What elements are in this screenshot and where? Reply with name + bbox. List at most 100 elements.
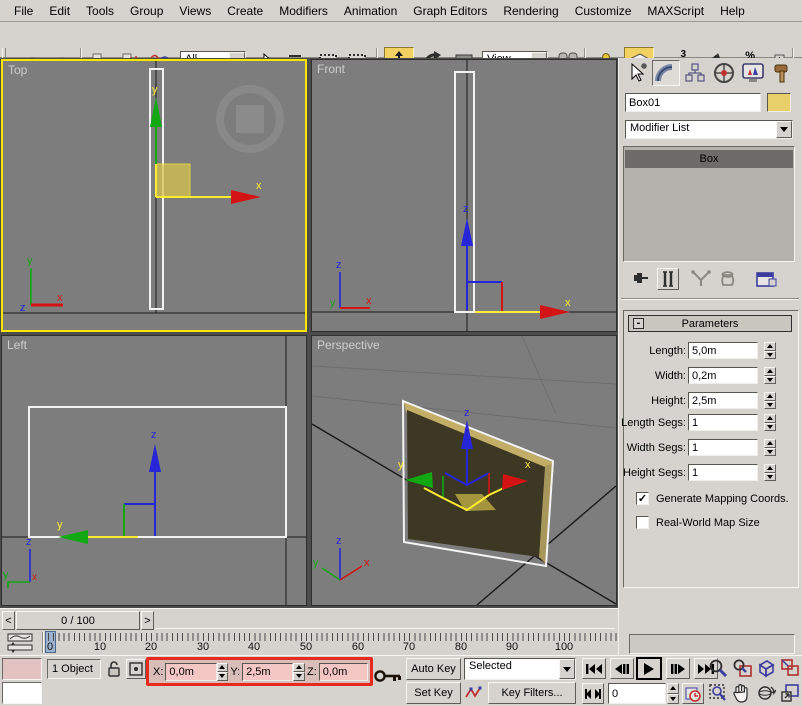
menu-help[interactable]: Help	[712, 2, 753, 20]
object-name-field[interactable]: Box01	[625, 93, 761, 112]
param-width-segs-spinner[interactable]	[764, 439, 776, 456]
selection-set-dropdown[interactable]	[559, 659, 575, 679]
tab-display[interactable]	[739, 60, 767, 86]
viewport-front[interactable]: Front z x z x y	[311, 59, 617, 332]
param-width-spinner[interactable]	[764, 367, 776, 384]
param-width-segs-field[interactable]: 1	[688, 439, 758, 456]
prev-frame-icon	[615, 664, 629, 674]
menu-maxscript[interactable]: MAXScript	[639, 2, 712, 20]
menu-modifiers[interactable]: Modifiers	[271, 2, 336, 20]
param-length-segs-spinner[interactable]	[764, 414, 776, 431]
menu-customize[interactable]: Customize	[567, 2, 640, 20]
param-length-field[interactable]: 5,0m	[688, 342, 758, 359]
menu-group[interactable]: Group	[122, 2, 171, 20]
previous-frame-button[interactable]	[610, 658, 634, 679]
menu-tools[interactable]: Tools	[78, 2, 122, 20]
auto-key-button[interactable]: Auto Key	[406, 658, 461, 680]
menu-edit[interactable]: Edit	[41, 2, 78, 20]
time-slider-row: < 0 / 100 >	[0, 608, 618, 631]
new-key-mode-toggle[interactable]	[464, 684, 482, 705]
set-key-button[interactable]: Set Key	[406, 682, 461, 704]
param-length-segs-field[interactable]: 1	[688, 414, 758, 431]
param-length-spinner[interactable]	[764, 342, 776, 359]
frame-spinner[interactable]	[667, 683, 679, 704]
x-spinner[interactable]	[217, 663, 229, 681]
generate-mapping-coords-checkbox[interactable]: ✓	[636, 492, 649, 505]
menu-views[interactable]: Views	[171, 2, 219, 20]
viewport-top[interactable]: Top y x y	[1, 59, 307, 332]
next-frame-arrow[interactable]: >	[141, 611, 154, 630]
viewport-top-label[interactable]: Top	[8, 63, 27, 77]
viewport-perspective[interactable]: Perspective	[311, 335, 617, 606]
param-width-field[interactable]: 0,2m	[688, 367, 758, 384]
track-bar[interactable]: 0 10 20 30 40 50 60 70 80 90 100	[0, 631, 618, 655]
maxscript-mini-listener-white[interactable]	[2, 682, 42, 704]
rollout-collapse-button[interactable]: -	[633, 318, 644, 329]
param-height-field[interactable]: 2,5m	[688, 392, 758, 409]
menu-rendering[interactable]: Rendering	[495, 2, 566, 20]
parameters-rollout-header[interactable]: - Parameters	[628, 315, 792, 332]
y-coordinate-field[interactable]: 2,5m	[242, 663, 293, 681]
menu-file[interactable]: File	[6, 2, 41, 20]
min-max-toggle-button[interactable]	[780, 683, 802, 704]
go-to-start-button[interactable]	[582, 658, 606, 679]
time-slider-handle[interactable]: 0 / 100	[16, 611, 140, 630]
arc-rotate-button[interactable]	[756, 683, 779, 704]
remove-modifier-button[interactable]	[719, 269, 737, 292]
modifier-list-combo[interactable]: Modifier List	[625, 120, 793, 139]
param-height-value: 2,5m	[692, 395, 716, 407]
tab-hierarchy[interactable]	[681, 60, 709, 86]
y-value: 2,5m	[246, 666, 270, 678]
x-coordinate-field[interactable]: 0,0m	[165, 663, 216, 681]
menu-animation[interactable]: Animation	[336, 2, 405, 20]
z-coordinate-field[interactable]: 0,0m	[319, 663, 368, 681]
zoom-all-button[interactable]	[732, 658, 755, 679]
y-spinner[interactable]	[293, 663, 305, 681]
play-button[interactable]	[636, 657, 662, 680]
tab-create[interactable]	[623, 60, 651, 86]
pan-button[interactable]	[732, 683, 755, 704]
status-bar: 1 Object X: 0,0m Y: 2,5m Z: 0,0m Auto Ke…	[0, 655, 802, 705]
time-configuration-button[interactable]	[682, 683, 704, 704]
zoom-extents-button[interactable]	[756, 658, 779, 679]
menu-create[interactable]: Create	[219, 2, 271, 20]
min-max-toggle-icon	[780, 683, 800, 703]
tab-motion[interactable]	[710, 60, 738, 86]
zoom-region-button[interactable]	[708, 683, 731, 704]
viewport-left[interactable]: Left z y z y x	[1, 335, 307, 606]
previous-frame-arrow[interactable]: <	[2, 611, 15, 630]
selection-lock-toggle[interactable]	[106, 660, 122, 681]
key-mode-toggle-button[interactable]	[582, 683, 604, 704]
param-height-label: Height:	[630, 395, 686, 407]
viewport-perspective-label[interactable]: Perspective	[317, 338, 380, 352]
param-height-spinner[interactable]	[764, 392, 776, 409]
show-end-result-button[interactable]	[657, 268, 679, 290]
menu-graph-editors[interactable]: Graph Editors	[405, 2, 495, 20]
current-frame-field[interactable]: 0	[608, 683, 666, 704]
keyboard-shortcut-override-toggle[interactable]	[374, 668, 402, 687]
axis-tripod: z x y	[330, 259, 372, 309]
zoom-button[interactable]	[708, 658, 731, 679]
param-height-segs-field[interactable]: 1	[688, 464, 758, 481]
configure-modifier-sets-button[interactable]	[755, 269, 777, 292]
next-frame-button[interactable]	[666, 658, 690, 679]
viewport-left-label[interactable]: Left	[7, 338, 27, 352]
modifier-list-dropdown[interactable]	[776, 121, 792, 138]
viewport-front-label[interactable]: Front	[317, 62, 345, 76]
make-unique-button[interactable]	[691, 270, 711, 291]
time-slider-track[interactable]	[155, 612, 615, 629]
modifier-stack[interactable]: Box	[623, 146, 795, 262]
absolute-offset-mode-toggle[interactable]	[126, 659, 146, 679]
maxscript-mini-listener-pink[interactable]	[2, 658, 42, 680]
selection-set-combo[interactable]: Selected	[464, 658, 576, 680]
modifier-stack-item-box[interactable]: Box	[625, 150, 793, 168]
zoom-extents-all-button[interactable]	[780, 658, 802, 679]
param-height-segs-spinner[interactable]	[764, 464, 776, 481]
object-color-swatch[interactable]	[767, 93, 791, 112]
mini-curve-editor-button[interactable]	[4, 632, 38, 656]
real-world-map-size-checkbox[interactable]	[636, 516, 649, 529]
pin-stack-button[interactable]	[629, 269, 649, 292]
tab-modify[interactable]	[652, 60, 680, 86]
key-filters-button[interactable]: Key Filters...	[488, 682, 576, 704]
tab-utilities[interactable]	[769, 60, 797, 86]
